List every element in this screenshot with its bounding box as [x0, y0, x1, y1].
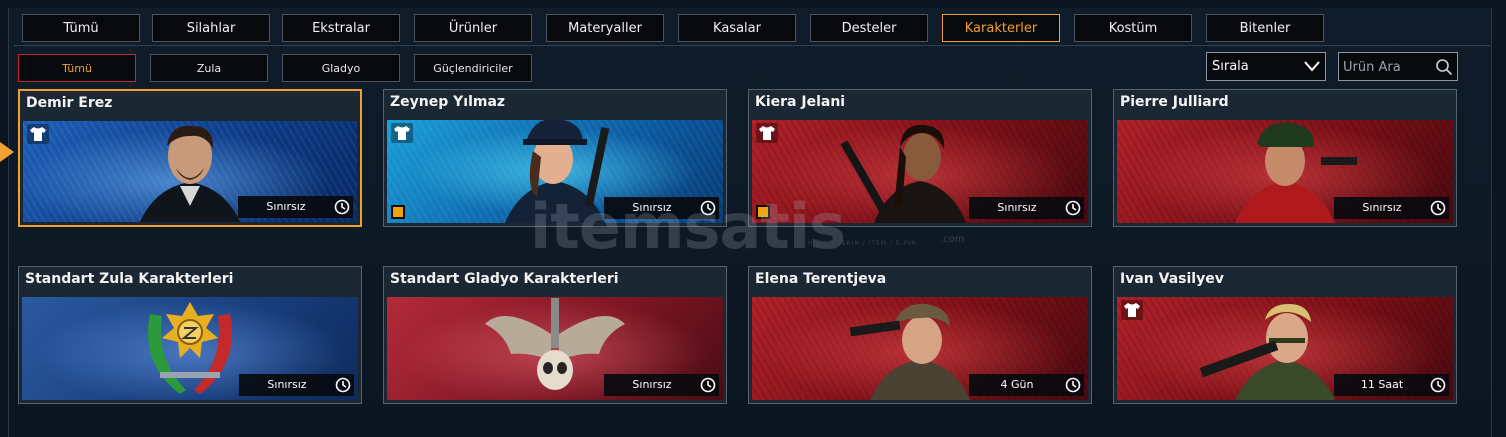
duration-label: Sınırsız: [632, 378, 672, 391]
tshirt-icon: [391, 123, 413, 143]
clock-icon: [1065, 200, 1081, 216]
character-card-standart-zula[interactable]: Standart Zula Karakterleri Sınırsız: [18, 266, 362, 404]
clock-icon: [1430, 200, 1446, 216]
tab-kasalar[interactable]: Kasalar: [678, 14, 796, 42]
duration-label: 4 Gün: [1000, 378, 1034, 391]
search-input[interactable]: [1339, 53, 1437, 82]
card-title: Demir Erez: [26, 95, 113, 111]
selection-arrow-icon: [0, 142, 14, 162]
duration-badge: Sınırsız: [238, 196, 353, 218]
clock-icon: [1430, 377, 1446, 393]
character-image: Sınırsız: [387, 297, 723, 400]
tab-desteler[interactable]: Desteler: [810, 14, 928, 42]
chevron-down-icon: [1304, 61, 1320, 72]
duration-label: Sınırsız: [632, 201, 672, 214]
duration-badge: Sınırsız: [604, 374, 719, 396]
card-title: Standart Gladyo Karakterleri: [390, 271, 619, 287]
card-title: Kiera Jelani: [755, 94, 846, 110]
tshirt-icon: [1121, 300, 1143, 320]
duration-badge: Sınırsız: [604, 197, 719, 219]
duration-label: Sınırsız: [266, 200, 306, 213]
tab-karakterler[interactable]: Karakterler: [942, 14, 1060, 42]
clock-icon: [1065, 377, 1081, 393]
duration-badge: Sınırsız: [969, 197, 1084, 219]
duration-label: Sınırsız: [1362, 201, 1402, 214]
card-title: Ivan Vasilyev: [1120, 271, 1224, 287]
tab-tumu[interactable]: Tümü: [22, 14, 140, 42]
rarity-badge: [391, 205, 405, 219]
character-card-demir-erez[interactable]: Demir Erez Sınırsız: [18, 89, 362, 227]
character-card-pierre-julliard[interactable]: Pierre Julliard Sınırsız: [1113, 89, 1457, 227]
sort-label: Sırala: [1212, 59, 1249, 74]
sort-dropdown[interactable]: Sırala: [1206, 52, 1326, 81]
character-image: 4 Gün: [752, 297, 1088, 400]
clock-icon: [700, 200, 716, 216]
character-image: Sınırsız: [22, 297, 358, 400]
subtab-guclendiriciler[interactable]: Güçlendiriciler: [414, 54, 532, 82]
tab-urunler[interactable]: Ürünler: [414, 14, 532, 42]
clock-icon: [700, 377, 716, 393]
clock-icon: [334, 199, 350, 215]
subtab-zula[interactable]: Zula: [150, 54, 268, 82]
subtab-gladyo[interactable]: Gladyo: [282, 54, 400, 82]
tab-silahlar[interactable]: Silahlar: [152, 14, 270, 42]
card-title: Pierre Julliard: [1120, 94, 1229, 110]
character-card-zeynep-yilmaz[interactable]: Zeynep Yılmaz Sınırsız: [383, 89, 727, 227]
clock-icon: [335, 377, 351, 393]
tab-materyaller[interactable]: Materyaller: [546, 14, 664, 42]
character-card-standart-gladyo[interactable]: Standart Gladyo Karakterleri Sınırsız: [383, 266, 727, 404]
rarity-badge: [756, 205, 770, 219]
character-image: Sınırsız: [387, 120, 723, 223]
tshirt-icon: [27, 124, 49, 144]
card-title: Standart Zula Karakterleri: [25, 271, 234, 287]
tab-bitenler[interactable]: Bitenler: [1206, 14, 1324, 42]
character-card-elena-terentjeva[interactable]: Elena Terentjeva 4 Gün: [748, 266, 1092, 404]
character-image: 11 Saat: [1117, 297, 1453, 400]
duration-label: 11 Saat: [1360, 378, 1404, 391]
tab-kostum[interactable]: Kostüm: [1074, 14, 1192, 42]
card-title: Zeynep Yılmaz: [390, 94, 506, 110]
duration-badge: 11 Saat: [1334, 374, 1449, 396]
duration-badge: Sınırsız: [1334, 197, 1449, 219]
duration-badge: Sınırsız: [239, 374, 354, 396]
card-title: Elena Terentjeva: [755, 271, 887, 287]
tabs-divider: [14, 45, 1490, 46]
duration-label: Sınırsız: [267, 378, 307, 391]
search-box: [1338, 52, 1458, 82]
tab-ekstralar[interactable]: Ekstralar: [282, 14, 400, 42]
character-image: Sınırsız: [752, 120, 1088, 223]
character-image: Sınırsız: [1117, 120, 1453, 223]
duration-badge: 4 Gün: [969, 374, 1084, 396]
duration-label: Sınırsız: [997, 201, 1037, 214]
subtab-tumu[interactable]: Tümü: [18, 54, 136, 82]
search-icon[interactable]: [1435, 58, 1453, 76]
character-card-ivan-vasilyev[interactable]: Ivan Vasilyev 11 Saat: [1113, 266, 1457, 404]
character-card-kiera-jelani[interactable]: Kiera Jelani Sınırsız: [748, 89, 1092, 227]
tshirt-icon: [756, 123, 778, 143]
character-image: Sınırsız: [23, 121, 357, 222]
